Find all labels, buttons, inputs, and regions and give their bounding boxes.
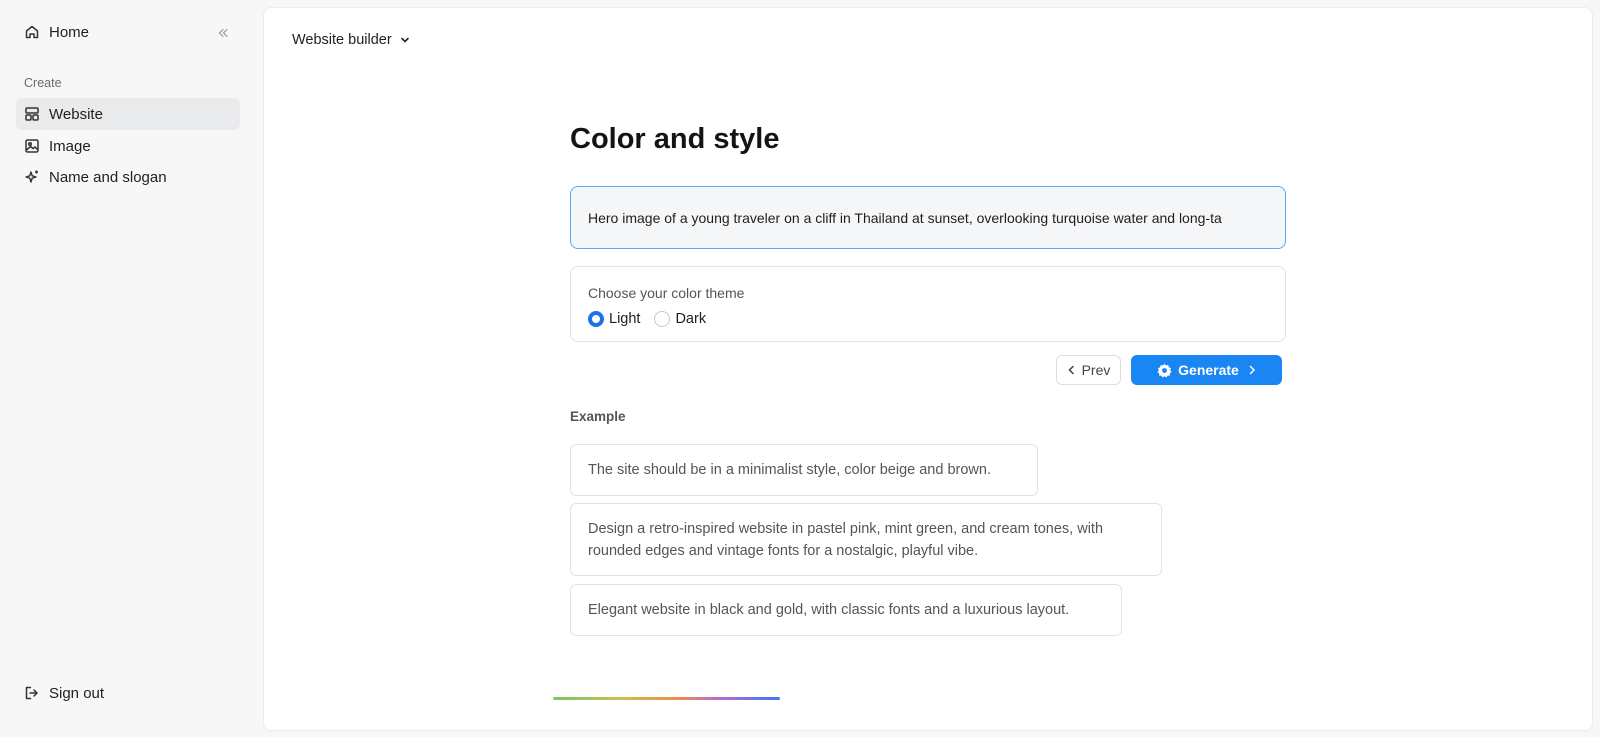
- sidebar-item-label: Home: [49, 23, 90, 41]
- sign-out-icon: [24, 685, 40, 701]
- example-text: Design a retro-inspired website in paste…: [588, 520, 1104, 559]
- prompt-input[interactable]: [570, 186, 1286, 249]
- page-title: Color and style: [570, 123, 780, 155]
- example-text: The site should be in a minimalist style…: [588, 462, 991, 478]
- radio-label-dark: Dark: [675, 311, 707, 327]
- radio-label-light: Light: [609, 311, 641, 327]
- sign-out-label: Sign out: [49, 684, 105, 702]
- sidebar: Home Create Website Image Name and sloga…: [0, 0, 256, 737]
- sidebar-item-home[interactable]: Home: [16, 16, 240, 48]
- radio-unchecked-icon: [654, 311, 671, 327]
- prev-label: Prev: [1081, 362, 1111, 378]
- builder-dropdown[interactable]: Website builder: [292, 32, 410, 48]
- example-card[interactable]: The site should be in a minimalist style…: [570, 444, 1038, 496]
- chevron-left-icon: [1067, 365, 1076, 375]
- collapse-sidebar-button[interactable]: [212, 24, 234, 46]
- sidebar-item-label: Name and slogan: [49, 168, 167, 186]
- sidebar-item-label: Website: [49, 105, 103, 123]
- app-window: Home Create Website Image Name and sloga…: [0, 0, 1600, 737]
- builder-dropdown-label: Website builder: [292, 32, 392, 48]
- layout-icon: [24, 106, 40, 122]
- generate-button[interactable]: Generate: [1131, 355, 1282, 385]
- example-card[interactable]: Elegant website in black and gold, with …: [570, 584, 1122, 636]
- home-icon: [24, 24, 40, 40]
- sign-out-button[interactable]: Sign out: [16, 677, 240, 709]
- chevrons-left-icon: [217, 26, 229, 44]
- prev-button[interactable]: Prev: [1056, 355, 1121, 385]
- section-label-create: Create: [24, 76, 62, 90]
- example-heading: Example: [570, 409, 626, 424]
- chevron-down-icon: [400, 35, 410, 45]
- radio-dark[interactable]: Dark: [654, 311, 706, 327]
- color-theme-options: Light Dark: [588, 311, 720, 327]
- image-icon: [24, 138, 40, 154]
- radio-checked-icon: [588, 311, 604, 327]
- sidebar-item-label: Image: [49, 137, 91, 155]
- sparkle-icon: [24, 169, 40, 185]
- main-panel: Website builder Color and style Choose y…: [263, 7, 1593, 731]
- generate-label: Generate: [1178, 362, 1239, 378]
- chevron-right-icon: [1248, 365, 1256, 375]
- gear-icon: [1157, 363, 1172, 378]
- progress-indicator: [553, 697, 780, 700]
- sidebar-item-website[interactable]: Website: [16, 98, 240, 130]
- example-text: Elegant website in black and gold, with …: [588, 602, 1070, 618]
- sidebar-item-name-and-slogan[interactable]: Name and slogan: [16, 161, 240, 193]
- radio-light[interactable]: Light: [588, 311, 640, 327]
- example-card[interactable]: Design a retro-inspired website in paste…: [570, 503, 1162, 576]
- color-theme-label: Choose your color theme: [588, 285, 745, 301]
- color-theme-panel: Choose your color theme Light Dark: [570, 266, 1286, 342]
- sidebar-item-image[interactable]: Image: [16, 130, 240, 162]
